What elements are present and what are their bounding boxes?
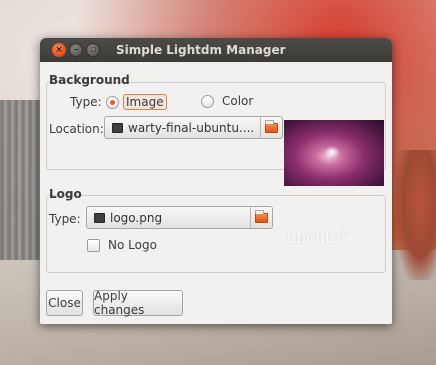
location-browse-button[interactable] (260, 117, 282, 138)
location-value: warty-final-ubuntu.... (128, 120, 255, 135)
app-window: × – ▫ Simple Lightdm Manager Background … (40, 38, 392, 324)
logo-preview-version: 11.10 (353, 235, 382, 246)
logo-preview-brand: ubuntu (287, 229, 341, 247)
apply-changes-button[interactable]: Apply changes (93, 289, 183, 317)
logo-section-label: Logo (49, 187, 82, 201)
logo-browse-button[interactable] (250, 207, 272, 228)
location-file-chooser[interactable]: warty-final-ubuntu.... (104, 116, 283, 139)
close-button[interactable]: Close (46, 290, 83, 316)
logo-preview-reg: ® (340, 230, 349, 239)
radio-image[interactable]: Image (106, 94, 167, 110)
background-type-label: Type: (70, 95, 102, 109)
logo-preview: ubuntu® 11.10 (287, 229, 382, 247)
desktop-tree (396, 150, 436, 280)
logo-file-chooser[interactable]: logo.png (86, 206, 273, 229)
location-label: Location: (49, 122, 104, 136)
radio-color-label[interactable]: Color (222, 94, 253, 108)
minimize-window-icon[interactable]: – (69, 43, 83, 57)
maximize-window-icon[interactable]: ▫ (86, 43, 100, 57)
logo-type-label: Type: (49, 212, 81, 226)
radio-color[interactable]: Color (201, 94, 253, 108)
window-title: Simple Lightdm Manager (116, 43, 286, 57)
background-section-label: Background (49, 73, 130, 87)
radio-color-indicator[interactable] (201, 94, 214, 108)
image-file-icon (112, 122, 123, 133)
titlebar: × – ▫ Simple Lightdm Manager (40, 38, 392, 62)
radio-image-indicator[interactable] (106, 95, 119, 109)
radio-image-label[interactable]: Image (123, 94, 167, 110)
logo-file-icon (94, 212, 105, 223)
desktop-fence (0, 100, 40, 260)
background-preview-image (284, 120, 384, 186)
folder-icon (265, 119, 278, 133)
no-logo-checkbox[interactable]: No Logo (87, 238, 157, 252)
no-logo-label[interactable]: No Logo (108, 238, 157, 252)
close-window-icon[interactable]: × (52, 43, 66, 57)
folder-icon (255, 209, 268, 223)
logo-file-value: logo.png (110, 210, 163, 225)
no-logo-checkbox-box[interactable] (87, 238, 100, 252)
